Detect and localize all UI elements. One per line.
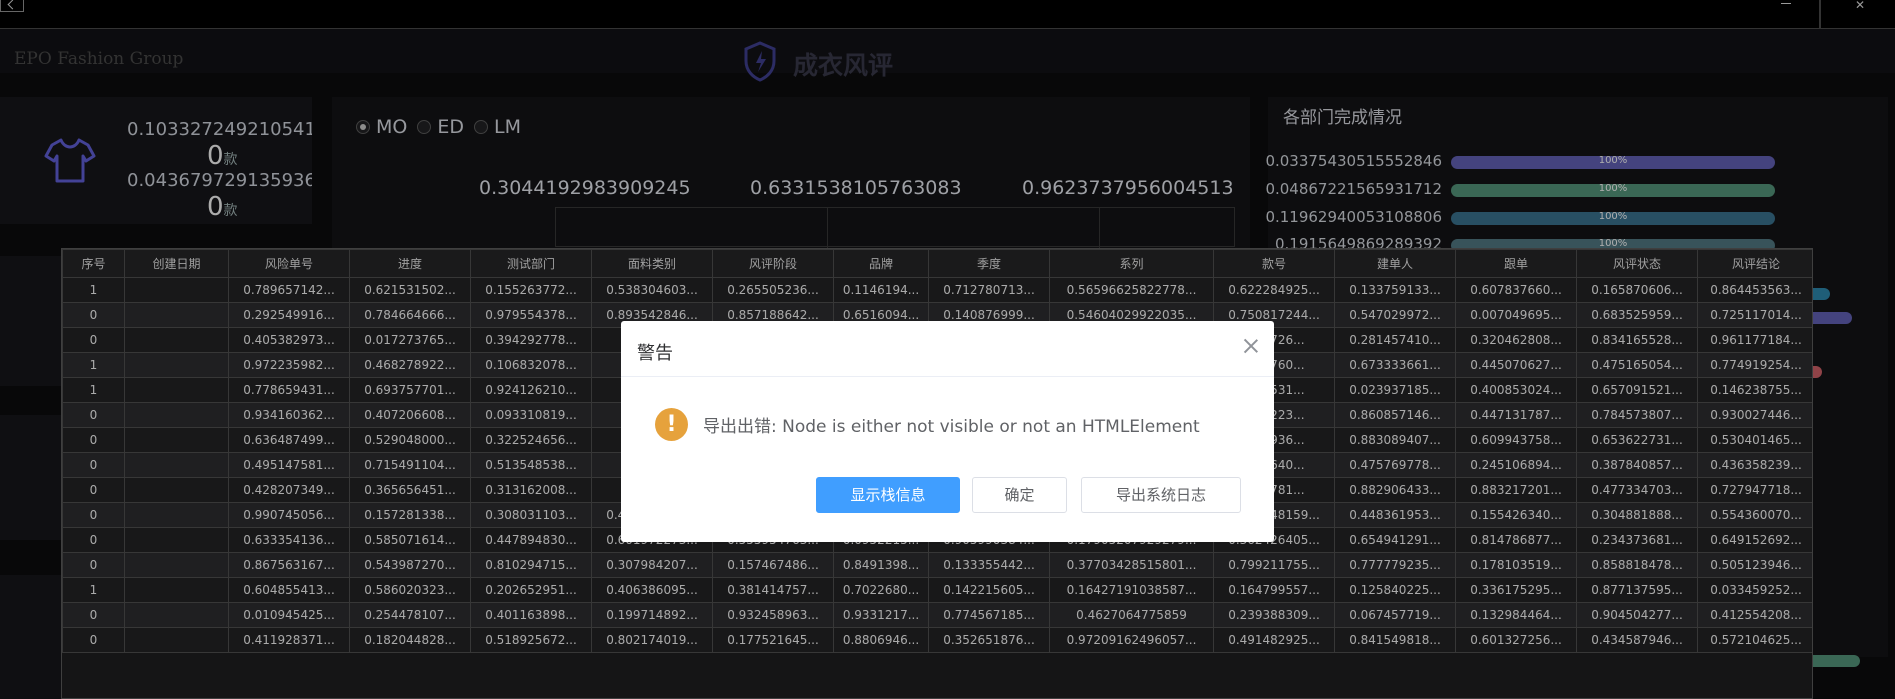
dialog-message: 导出出错: Node is either not visible or not … [703,417,1200,437]
dialog-title: 警告 [637,343,673,364]
dialog-divider [621,376,1274,377]
export-log-button[interactable]: 导出系统日志 [1081,477,1241,513]
confirm-button[interactable]: 确定 [972,477,1067,513]
warning-dialog: 警告 ! 导出出错: Node is either not visible or… [621,321,1274,542]
show-stack-button[interactable]: 显示栈信息 [816,477,960,513]
warning-icon: ! [655,408,688,441]
close-icon[interactable] [1242,337,1260,355]
